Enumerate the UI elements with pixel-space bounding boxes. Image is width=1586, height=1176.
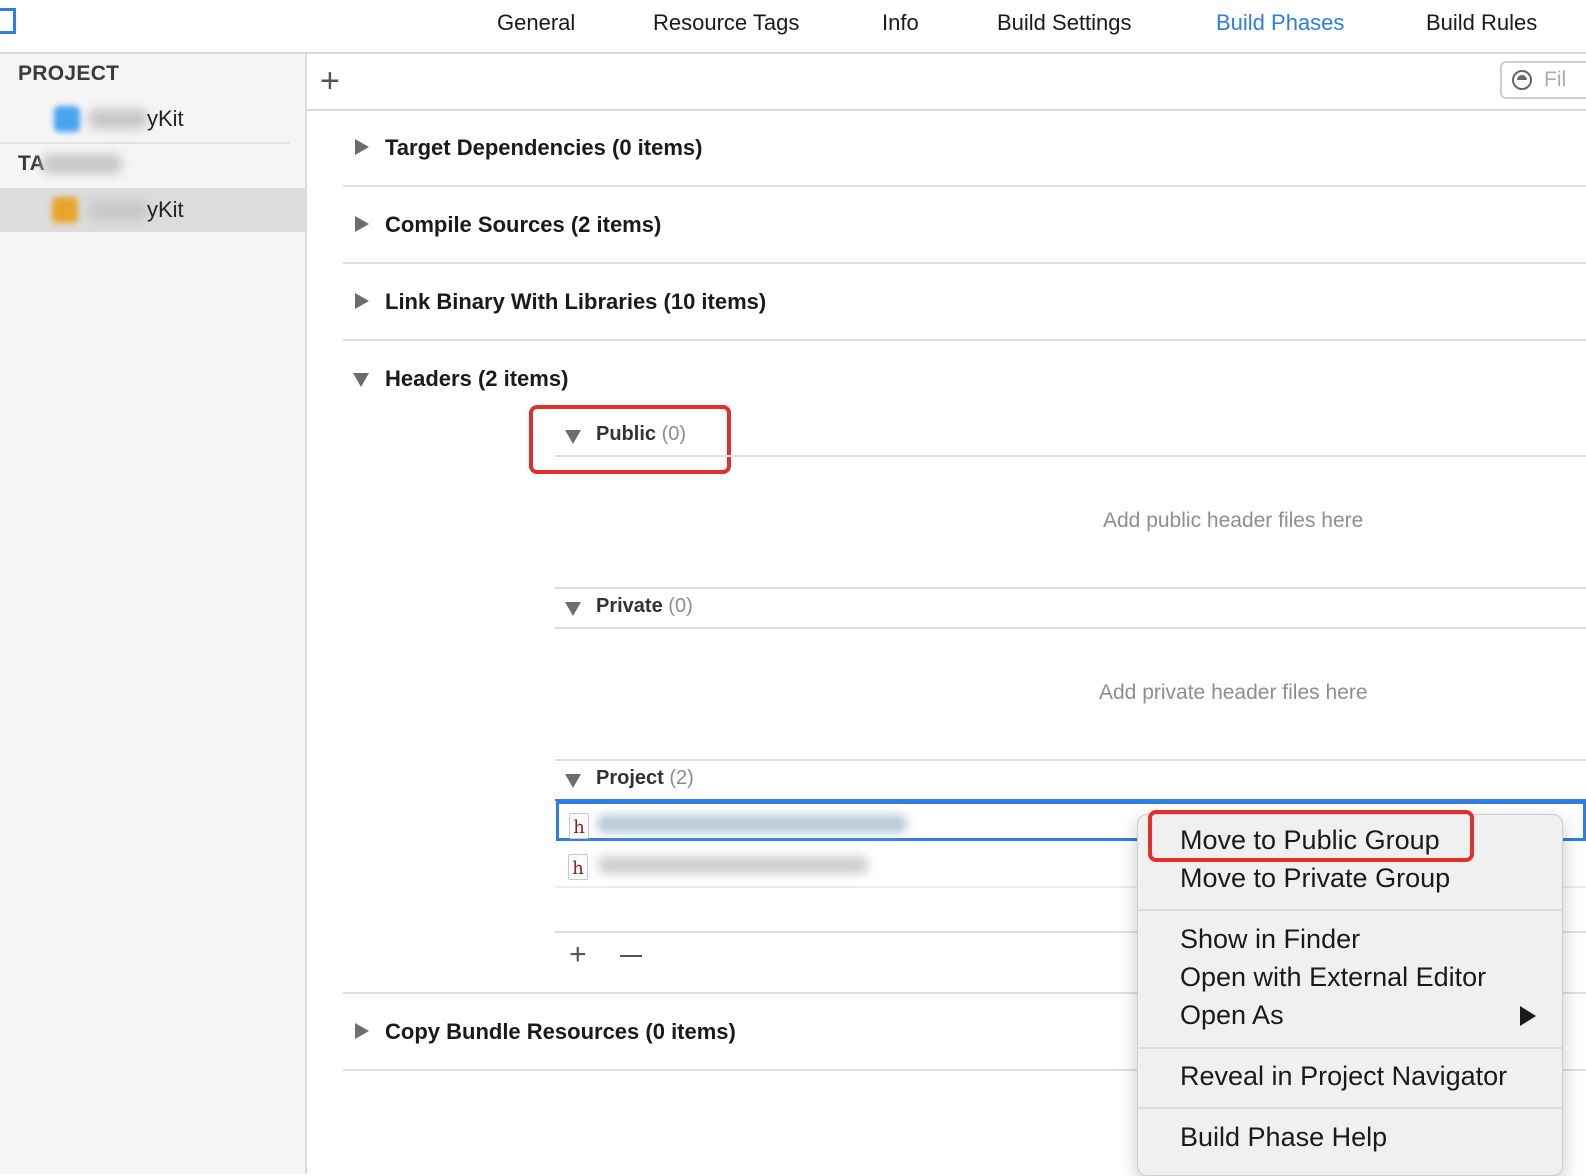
menu-separator [1138,909,1562,911]
group-count: (0) [668,595,693,617]
divider [343,185,1586,187]
group-count: (0) [661,423,687,445]
header-file-icon: h [569,813,589,839]
divider [343,339,1586,341]
redacted-filename [597,815,907,833]
tab-build-settings[interactable]: Build Settings [997,10,1132,36]
menu-item-move-to-private-group[interactable]: Move to Private Group [1180,863,1450,894]
phase-link-binary[interactable]: Link Binary With Libraries (10 items) [385,289,766,315]
header-file-icon: h [568,854,588,880]
sidebar-item-project[interactable]: yKit [0,96,305,140]
window-corner-indicator [0,8,16,34]
disclosure-down-icon[interactable] [565,430,581,444]
remove-header-icon[interactable] [620,955,642,957]
menu-item-open-with-external-editor[interactable]: Open with External Editor [1180,962,1486,993]
phase-headers[interactable]: Headers (2 items) [385,366,568,392]
phase-copy-bundle-resources[interactable]: Copy Bundle Resources (0 items) [385,1019,736,1045]
tab-build-rules[interactable]: Build Rules [1426,10,1537,36]
disclosure-right-icon[interactable] [355,139,369,155]
disclosure-right-icon[interactable] [355,1023,369,1039]
headers-project-group[interactable]: Project (2) [596,767,694,790]
filter-field[interactable]: Fil [1500,61,1586,99]
menu-separator [1138,1107,1562,1109]
divider [555,455,1586,457]
phases-toolbar: + [307,54,1586,111]
sidebar-item-label: yKit [147,106,184,131]
tab-general[interactable]: General [497,10,575,36]
disclosure-down-icon[interactable] [353,373,369,387]
tab-info[interactable]: Info [882,10,919,36]
sidebar-targets-header: TA [18,152,46,175]
redacted-filename [598,856,868,874]
highlight-move-to-public [1148,810,1474,862]
private-placeholder: Add private header files here [1099,681,1368,704]
target-icon [52,197,78,223]
sidebar: PROJECT yKit TA yKit [0,54,307,1174]
redacted-name [88,109,148,129]
group-label: Project [596,767,664,789]
divider [555,587,1586,589]
phase-target-dependencies[interactable]: Target Dependencies (0 items) [385,135,702,161]
group-count: (2) [669,767,694,789]
context-menu: Move to Public Group Move to Private Gro… [1137,814,1563,1176]
phase-compile-sources[interactable]: Compile Sources (2 items) [385,212,661,238]
disclosure-down-icon[interactable] [565,602,581,616]
redacted-header [42,154,122,174]
menu-item-build-phase-help[interactable]: Build Phase Help [1180,1122,1387,1153]
group-label: Public [596,423,657,445]
redacted-name [88,200,148,220]
sidebar-divider [0,142,290,144]
tab-resource-tags[interactable]: Resource Tags [653,10,799,36]
sidebar-item-target[interactable]: yKit [0,188,305,232]
sidebar-item-label: yKit [147,197,184,222]
group-label: Private [596,595,663,617]
divider [555,627,1586,629]
sidebar-project-header: PROJECT [18,62,120,85]
headers-private-group[interactable]: Private (0) [596,595,693,618]
menu-item-open-as[interactable]: Open As [1180,1000,1284,1031]
add-header-icon[interactable]: + [569,940,587,970]
divider [343,262,1586,264]
project-icon [54,106,80,132]
tab-build-phases[interactable]: Build Phases [1216,10,1344,36]
menu-item-show-in-finder[interactable]: Show in Finder [1180,924,1360,955]
tab-bar: General Resource Tags Info Build Setting… [0,0,1586,54]
headers-public-group[interactable]: Public (0) [596,423,686,446]
public-placeholder: Add public header files here [1103,509,1364,532]
disclosure-down-icon[interactable] [565,774,581,788]
disclosure-right-icon[interactable] [355,216,369,232]
menu-separator [1138,1047,1562,1049]
disclosure-right-icon[interactable] [355,293,369,309]
menu-item-reveal-in-project-navigator[interactable]: Reveal in Project Navigator [1180,1061,1507,1092]
submenu-arrow-icon [1520,1006,1536,1026]
plus-icon[interactable]: + [320,64,340,98]
filter-icon [1512,70,1532,90]
filter-placeholder: Fil [1544,68,1567,91]
divider [555,759,1586,761]
